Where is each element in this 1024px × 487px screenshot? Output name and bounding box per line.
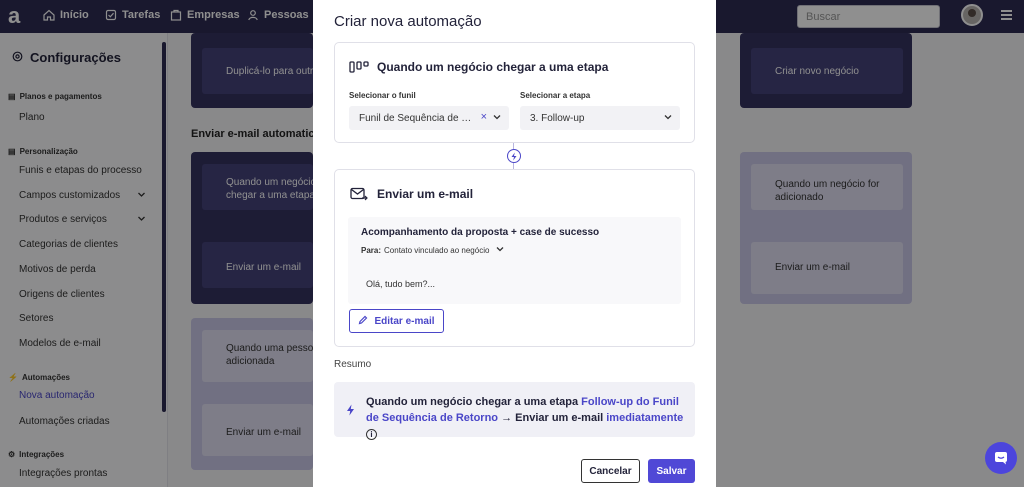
trigger-heading: Quando um negócio chegar a uma etapa [349,57,608,77]
summary-text: Quando um negócio chegar a uma etapa Fol… [366,396,684,440]
info-icon[interactable]: i [366,428,377,440]
email-body-preview: Olá, tudo bem?... [366,279,436,289]
create-automation-modal: Criar nova automação Quando um negócio c… [313,0,716,487]
bolt-icon [346,403,355,421]
summary-box: Quando um negócio chegar a uma etapa Fol… [334,382,695,440]
recipient-label: Para: [361,245,382,255]
send-email-icon [349,184,369,204]
stage-select-value: 3. Follow-up [530,112,585,124]
chevron-down-icon [493,113,501,121]
cancel-button[interactable]: Cancelar [581,459,640,483]
action-box: Enviar um e-mail Acompanhamento da propo… [334,169,695,347]
trigger-box: Quando um negócio chegar a uma etapa Sel… [334,42,695,143]
chat-icon[interactable] [985,442,1017,474]
email-preview: Acompanhamento da proposta + case de suc… [348,217,681,304]
funnel-select-value: Funil de Sequência de Retorno [359,112,477,124]
funnel-select[interactable]: Funil de Sequência de Retorno × [349,106,509,130]
recipient-value: Contato vinculado ao negócio [384,245,490,255]
summary-label: Resumo [334,359,372,370]
stage-select[interactable]: 3. Follow-up [520,106,680,130]
funnel-stage-icon [349,57,369,77]
modal-title: Criar nova automação [334,13,482,30]
bolt-icon [507,149,521,163]
stage-select-label: Selecionar a etapa [520,91,591,100]
chevron-down-icon [496,245,504,255]
edit-email-button[interactable]: Editar e-mail [349,309,444,333]
save-button[interactable]: Salvar [648,459,695,483]
action-heading: Enviar um e-mail [349,184,473,204]
email-subject: Acompanhamento da proposta + case de suc… [361,227,600,238]
funnel-select-label: Selecionar o funil [349,91,416,100]
pencil-icon [358,315,368,328]
email-recipient[interactable]: Para: Contato vinculado ao negócio [361,245,504,255]
clear-icon[interactable]: × [481,111,487,123]
chevron-down-icon [664,113,672,121]
